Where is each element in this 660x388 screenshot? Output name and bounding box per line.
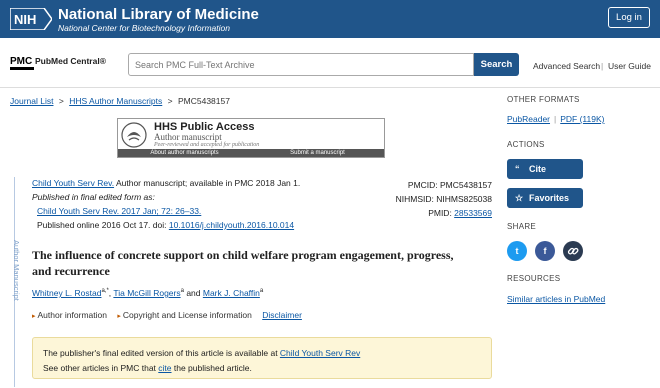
favorites-button-label: Favorites (529, 192, 570, 203)
author-link[interactable]: Tia McGill Rogers (113, 288, 180, 298)
format-separator: | (554, 114, 557, 124)
notice-line-1: The publisher's final edited version of … (43, 346, 481, 361)
expand-triangle-icon[interactable]: ▸ (32, 313, 36, 320)
publisher-version-link[interactable]: Child Youth Serv Rev (280, 348, 360, 358)
author-affiliation: a,* (101, 288, 109, 295)
article-ids: PMCID: PMC5438157 NIHMSID: NIHMS825038 P… (396, 178, 492, 220)
author-separator: and (183, 288, 203, 298)
chain-link-icon (567, 247, 579, 255)
citation-final-line: Child Youth Serv Rev. 2017 Jan; 72: 26–3… (37, 206, 201, 216)
citation-line: Child Youth Serv Rev. Author manuscript;… (32, 178, 300, 188)
cite-button-label: Cite (529, 164, 547, 174)
submit-manuscript-link[interactable]: Submit a manuscript (251, 149, 384, 157)
nih-logo-text: NIH (14, 12, 36, 27)
notice-line-2: See other articles in PMC that cite the … (43, 361, 481, 376)
article-title: The influence of concrete support on chi… (32, 248, 454, 278)
journal-link[interactable]: Child Youth Serv Rev. (32, 178, 114, 188)
star-icon: ☆ (515, 192, 524, 203)
advanced-search-link[interactable]: Advanced Search (533, 61, 600, 71)
author-list: Whitney L. Rostada,*, Tia McGill Rogersa… (32, 288, 263, 298)
quote-icon: “ (515, 164, 520, 174)
site-subtitle: National Center for Biotechnology Inform… (58, 23, 230, 33)
pmc-logo-name: PubMed Central® (35, 56, 106, 66)
published-online-text: Published online 2016 Oct 17. doi: (37, 220, 169, 230)
search-button[interactable]: Search (474, 53, 519, 76)
publisher-notice: The publisher's final edited version of … (32, 337, 492, 379)
pmid: PMID: 28533569 (396, 206, 492, 220)
pmcid: PMCID: PMC5438157 (407, 180, 492, 190)
format-links: PubReader | PDF (119K) (507, 114, 604, 124)
pmid-label: PMID: (428, 208, 455, 218)
facebook-icon[interactable]: f (535, 241, 555, 261)
copyright-license-toggle[interactable]: Copyright and License information (123, 310, 252, 320)
expand-triangle-icon[interactable]: ▸ (117, 313, 121, 320)
cite-button[interactable]: “ Cite (507, 159, 583, 179)
other-formats-heading: OTHER FORMATS (507, 95, 580, 104)
doi-link[interactable]: 10.1016/j.childyouth.2016.10.014 (169, 220, 294, 230)
hhs-public-access-banner: HHS Public Access Author manuscript Peer… (117, 118, 385, 158)
nih-logo-icon[interactable]: NIH (10, 8, 52, 30)
breadcrumb-separator: > (58, 96, 64, 106)
search-row: PMC PubMed Central® Search Advanced Sear… (0, 38, 660, 88)
disclaimer-link[interactable]: Disclaimer (262, 310, 302, 320)
similar-articles-link[interactable]: Similar articles in PubMed (507, 294, 605, 304)
author-manuscript-label: Author Manuscript (12, 240, 21, 301)
share-link-icon[interactable] (563, 241, 583, 261)
cite-link[interactable]: cite (158, 363, 171, 373)
search-input[interactable] (128, 53, 474, 76)
breadcrumb-current: PMC5438157 (177, 96, 230, 106)
notice-text: the published article. (171, 363, 252, 373)
breadcrumb-hhs-manuscripts[interactable]: HHS Author Manuscripts (69, 96, 162, 106)
published-final-form: Published in final edited form as: (32, 192, 155, 202)
final-citation-link[interactable]: Child Youth Serv Rev. 2017 Jan; 72: 26–3… (37, 206, 201, 216)
breadcrumb-journal-list[interactable]: Journal List (10, 96, 53, 106)
author-link[interactable]: Whitney L. Rostad (32, 288, 101, 298)
author-information-toggle[interactable]: Author information (38, 310, 107, 320)
author-affiliation: a (259, 288, 264, 295)
pubreader-link[interactable]: PubReader (507, 114, 550, 124)
article-info-links: ▸ Author information ▸ Copyright and Licen… (32, 310, 302, 320)
about-author-manuscripts-link[interactable]: About author manuscripts (118, 149, 251, 157)
citation-availability: Author manuscript; available in PMC 2018… (114, 178, 301, 188)
pmid-link[interactable]: 28533569 (454, 208, 492, 218)
login-button[interactable]: Log in (608, 7, 650, 28)
user-guide-link[interactable]: User Guide (608, 61, 651, 71)
resources-heading: RESOURCES (507, 274, 561, 283)
pmc-logo-mark: PMC (10, 56, 33, 67)
hhs-subtitle: Author manuscript (154, 132, 222, 142)
hhs-links: About author manuscripts Submit a manusc… (118, 149, 384, 157)
pdf-link[interactable]: PDF (119K) (560, 114, 604, 124)
notice-text: The publisher's final edited version of … (43, 348, 280, 358)
author-link[interactable]: Mark J. Chaffin (203, 288, 260, 298)
share-heading: SHARE (507, 222, 537, 231)
site-title[interactable]: National Library of Medicine (58, 6, 259, 23)
nih-header: NIH National Library of Medicine Nationa… (0, 0, 660, 38)
breadcrumb-separator: > (167, 96, 173, 106)
pmc-logo-bar (10, 67, 34, 70)
actions-heading: ACTIONS (507, 140, 545, 149)
nihmsid: NIHMSID: NIHMS825038 (395, 194, 492, 204)
hhs-eagle-icon (121, 122, 147, 148)
hhs-note: Peer-reviewed and accepted for publicati… (154, 142, 260, 148)
twitter-icon[interactable]: t (507, 241, 527, 261)
breadcrumb: Journal List > HHS Author Manuscripts > … (10, 96, 230, 106)
favorites-button[interactable]: ☆ Favorites (507, 188, 583, 208)
nav-separator: | (601, 61, 604, 71)
published-online-line: Published online 2016 Oct 17. doi: 10.10… (37, 220, 294, 230)
notice-text: See other articles in PMC that (43, 363, 159, 373)
